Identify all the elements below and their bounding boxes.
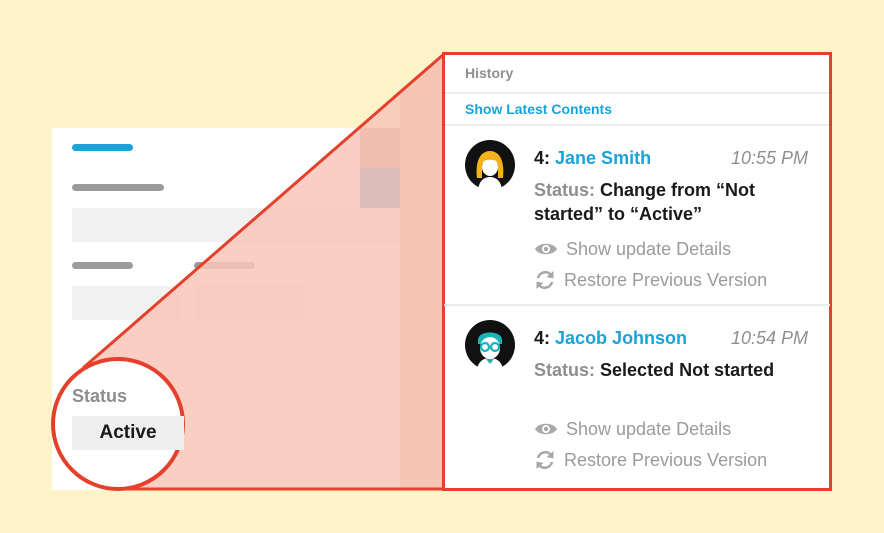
restore-previous-version-label: Restore Previous Version: [564, 449, 768, 470]
entry-number: 4:: [534, 327, 551, 348]
form-title-placeholder: [72, 144, 133, 151]
entry-title: 4: Jacob Johnson: [534, 328, 687, 349]
entry-header: 4: Jane Smith 10:55 PM: [534, 146, 808, 170]
entry-timestamp: 10:55 PM: [730, 147, 808, 168]
field-label-placeholder: [72, 184, 164, 191]
status-label: Status: [72, 386, 128, 406]
entry-user-link[interactable]: Jacob Johnson: [555, 328, 687, 348]
eye-icon: [535, 423, 557, 435]
show-update-details-label: Show update Details: [566, 238, 732, 259]
restore-icon: [536, 450, 554, 470]
text-field-placeholder[interactable]: [194, 286, 304, 320]
entry-status-key: Status:: [534, 180, 596, 200]
female-avatar-icon: [465, 140, 515, 190]
entry-status-key: Status:: [534, 360, 596, 380]
color-swatch-red: [360, 128, 400, 168]
field-label-placeholder: [194, 262, 255, 269]
entry-timestamp: 10:54 PM: [730, 327, 808, 348]
eye-icon: [535, 243, 557, 255]
restore-previous-version-button[interactable]: Restore Previous Version: [534, 268, 767, 292]
restore-icon: [536, 270, 554, 290]
history-panel: History Show Latest Contents 4: Jane Smi…: [442, 52, 832, 491]
show-update-details-label: Show update Details: [566, 418, 732, 439]
entry-status: Status: Selected Not started: [534, 358, 809, 382]
entry-title: 4: Jane Smith: [534, 148, 651, 169]
entry-number: 4:: [534, 147, 551, 168]
show-update-details-button[interactable]: Show update Details: [534, 417, 731, 441]
status-dropdown[interactable]: Active: [72, 416, 184, 450]
field-label-placeholder: [72, 262, 133, 269]
entry-status-text: Selected Not started: [600, 360, 775, 380]
text-field-placeholder[interactable]: [72, 286, 182, 320]
zoom-side-band: [400, 54, 444, 489]
entry-status: Status: Change from “Not started” to “Ac…: [534, 178, 809, 226]
entry-header: 4: Jacob Johnson 10:54 PM: [534, 326, 808, 350]
color-swatch-blue: [360, 168, 400, 208]
show-update-details-button[interactable]: Show update Details: [534, 237, 731, 261]
restore-previous-version-label: Restore Previous Version: [564, 269, 768, 290]
restore-previous-version-button[interactable]: Restore Previous Version: [534, 448, 767, 472]
history-entry: 4: Jacob Johnson 10:54 PM Status: Select…: [444, 306, 830, 486]
entry-user-link[interactable]: Jane Smith: [555, 148, 651, 168]
male-avatar-icon: [465, 320, 515, 370]
text-field-placeholder[interactable]: [72, 208, 400, 242]
history-entry: 4: Jane Smith 10:55 PM Status: Change fr…: [444, 126, 830, 306]
